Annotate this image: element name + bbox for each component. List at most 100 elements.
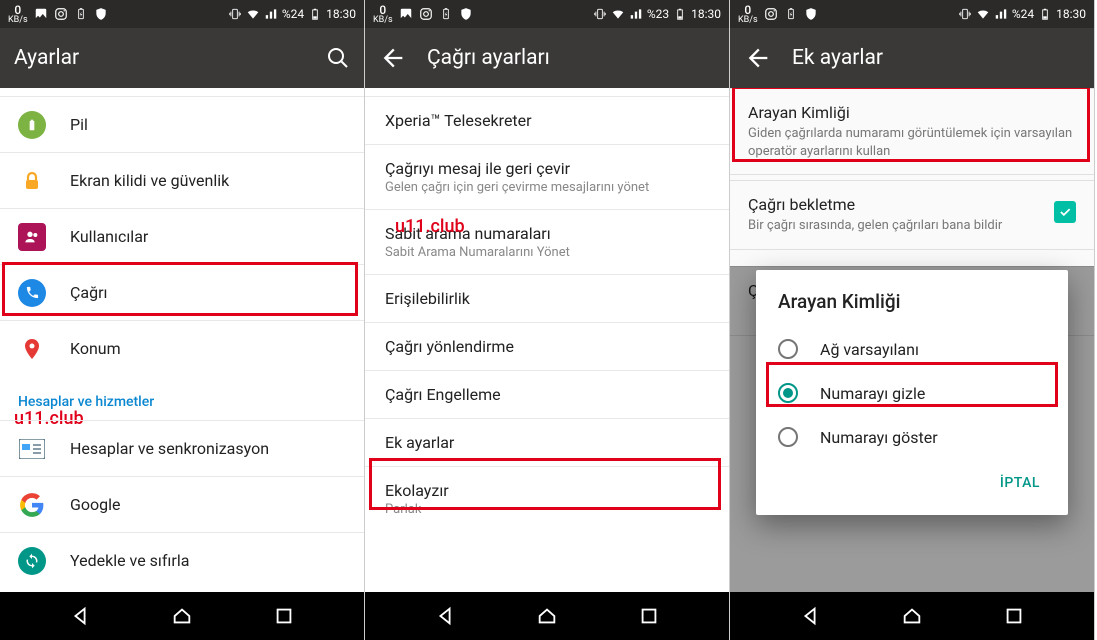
nav-back-icon[interactable]: [434, 605, 456, 627]
battery-app-icon: [784, 7, 798, 21]
row-accessibility[interactable]: Erişilebilirlik: [365, 274, 729, 322]
row-label: Hesaplar ve senkronizasyon: [70, 439, 269, 458]
row-location[interactable]: Konum: [0, 320, 364, 376]
instagram-icon: [54, 7, 68, 21]
battery-icon: [308, 7, 322, 21]
nav-back-icon[interactable]: [799, 605, 821, 627]
option-network-default[interactable]: Ağ varsayılanı: [756, 327, 1068, 371]
row-desc: Parlak: [385, 502, 709, 517]
shield-icon: [459, 7, 473, 21]
page-title: Ek ayarlar: [792, 46, 1080, 70]
page-title: Ayarlar: [14, 46, 326, 70]
id-card-icon: [18, 435, 46, 463]
row-lockscreen[interactable]: Ekran kilidi ve güvenlik: [0, 152, 364, 208]
row-label: Pil: [70, 115, 88, 134]
page-title: Çağrı ayarları: [427, 46, 715, 70]
signal-icon: [994, 7, 1008, 21]
screen-settings: 0KB/s %24 18:30 Ayarlar Pil Ekran kilidi…: [0, 0, 365, 640]
nav-back-icon[interactable]: [69, 605, 91, 627]
row-call-blocking[interactable]: Çağrı Engelleme: [365, 370, 729, 418]
row-label: Konum: [70, 339, 121, 358]
vibrate-icon: [593, 7, 607, 21]
row-voicemail[interactable]: Xperia™ Telesekreter: [365, 96, 729, 144]
row-label: Çağrıyı mesaj ile geri çevir: [385, 159, 709, 178]
signal-icon: [264, 7, 278, 21]
wifi-icon: [976, 7, 990, 21]
option-label: Numarayı gizle: [820, 384, 925, 403]
option-label: Ağ varsayılanı: [820, 340, 919, 359]
vibrate-icon: [958, 7, 972, 21]
appbar: Ek ayarlar: [730, 28, 1094, 88]
row-additional-settings[interactable]: Ek ayarlar: [365, 418, 729, 466]
nav-home-icon[interactable]: [901, 605, 923, 627]
nav-recent-icon[interactable]: [1003, 605, 1025, 627]
battery-icon: [18, 111, 46, 139]
row-equalizer[interactable]: Ekolayzır Parlak: [365, 466, 729, 531]
nav-recent-icon[interactable]: [638, 605, 660, 627]
row-call-forwarding[interactable]: Çağrı yönlendirme: [365, 322, 729, 370]
card-call-waiting[interactable]: Çağrı bekletme Bir çağrı sırasında, gele…: [730, 180, 1094, 250]
row-desc: Gelen çağrı için geri çevirme mesajların…: [385, 180, 709, 195]
row-fixed-dialing[interactable]: Sabit arama numaraları Sabit Arama Numar…: [365, 209, 729, 274]
screen-call-settings: 0KB/s %23 18:30 Çağrı ayarları Xperia™ T…: [365, 0, 730, 640]
nav-bar: [0, 592, 364, 640]
row-google[interactable]: Google: [0, 476, 364, 532]
card-caller-id[interactable]: Arayan Kimliği Giden çağrılarda numaramı…: [730, 88, 1094, 175]
row-users[interactable]: Kullanıcılar: [0, 208, 364, 264]
row-label: Xperia™ Telesekreter: [385, 111, 709, 130]
location-icon: [18, 335, 46, 363]
option-label: Numarayı göster: [820, 428, 938, 447]
picture-icon: [34, 7, 48, 21]
appbar: Ayarlar: [0, 28, 364, 88]
users-icon: [18, 223, 46, 251]
clock: 18:30: [326, 7, 356, 21]
row-reject-sms[interactable]: Çağrıyı mesaj ile geri çevir Gelen çağrı…: [365, 144, 729, 209]
radio-checked-icon: [778, 383, 798, 403]
lock-icon: [18, 167, 46, 195]
item-title: Çağrı bekletme: [748, 195, 1040, 214]
row-label: Ekran kilidi ve güvenlik: [70, 171, 229, 190]
row-label: Yedekle ve sıfırla: [70, 551, 189, 570]
battery-icon: [673, 7, 687, 21]
nav-bar: [365, 592, 729, 640]
item-title: Arayan Kimliği: [748, 103, 1076, 122]
battery-app-icon: [439, 7, 453, 21]
item-desc: Bir çağrı sırasında, gelen çağrıları ban…: [748, 217, 1040, 235]
search-icon[interactable]: [326, 46, 350, 70]
nav-recent-icon[interactable]: [273, 605, 295, 627]
row-label: Çağrı: [70, 283, 107, 302]
google-icon: [18, 491, 46, 519]
status-bar: 0KB/s %24 18:30: [730, 0, 1094, 28]
back-icon[interactable]: [379, 44, 407, 72]
nav-bar: [730, 592, 1094, 640]
additional-settings-content: Arayan Kimliği Giden çağrılarda numaramı…: [730, 88, 1094, 592]
wifi-icon: [246, 7, 260, 21]
vibrate-icon: [228, 7, 242, 21]
nav-home-icon[interactable]: [171, 605, 193, 627]
row-backup[interactable]: Yedekle ve sıfırla: [0, 532, 364, 588]
data-rate: 0KB/s: [738, 4, 758, 25]
row-accounts-sync[interactable]: Hesaplar ve senkronizasyon: [0, 420, 364, 476]
row-label: Kullanıcılar: [70, 227, 148, 246]
row-label: Google: [70, 495, 121, 514]
appbar: Çağrı ayarları: [365, 28, 729, 88]
cancel-button[interactable]: İPTAL: [990, 467, 1050, 499]
row-battery[interactable]: Pil: [0, 96, 364, 152]
back-icon[interactable]: [744, 44, 772, 72]
shield-icon: [94, 7, 108, 21]
option-show-number[interactable]: Numarayı göster: [756, 415, 1068, 459]
option-hide-number[interactable]: Numarayı gizle: [756, 371, 1068, 415]
settings-list: Pil Ekran kilidi ve güvenlik Kullanıcıla…: [0, 88, 364, 592]
row-call[interactable]: Çağrı: [0, 264, 364, 320]
battery-percent: %24: [1012, 7, 1034, 21]
subheader-accounts: Hesaplar ve hizmetler: [0, 376, 364, 414]
nav-home-icon[interactable]: [536, 605, 558, 627]
row-label: Erişilebilirlik: [385, 289, 709, 308]
status-bar: 0KB/s %24 18:30: [0, 0, 364, 28]
checkbox-checked-icon[interactable]: [1054, 201, 1076, 223]
battery-percent: %24: [282, 7, 304, 21]
radio-unchecked-icon: [778, 427, 798, 447]
dialog-title: Arayan Kimliği: [756, 290, 1068, 327]
screen-additional-settings: 0KB/s %24 18:30 Ek ayarlar Arayan Kimliğ…: [730, 0, 1095, 640]
shield-icon: [804, 7, 818, 21]
